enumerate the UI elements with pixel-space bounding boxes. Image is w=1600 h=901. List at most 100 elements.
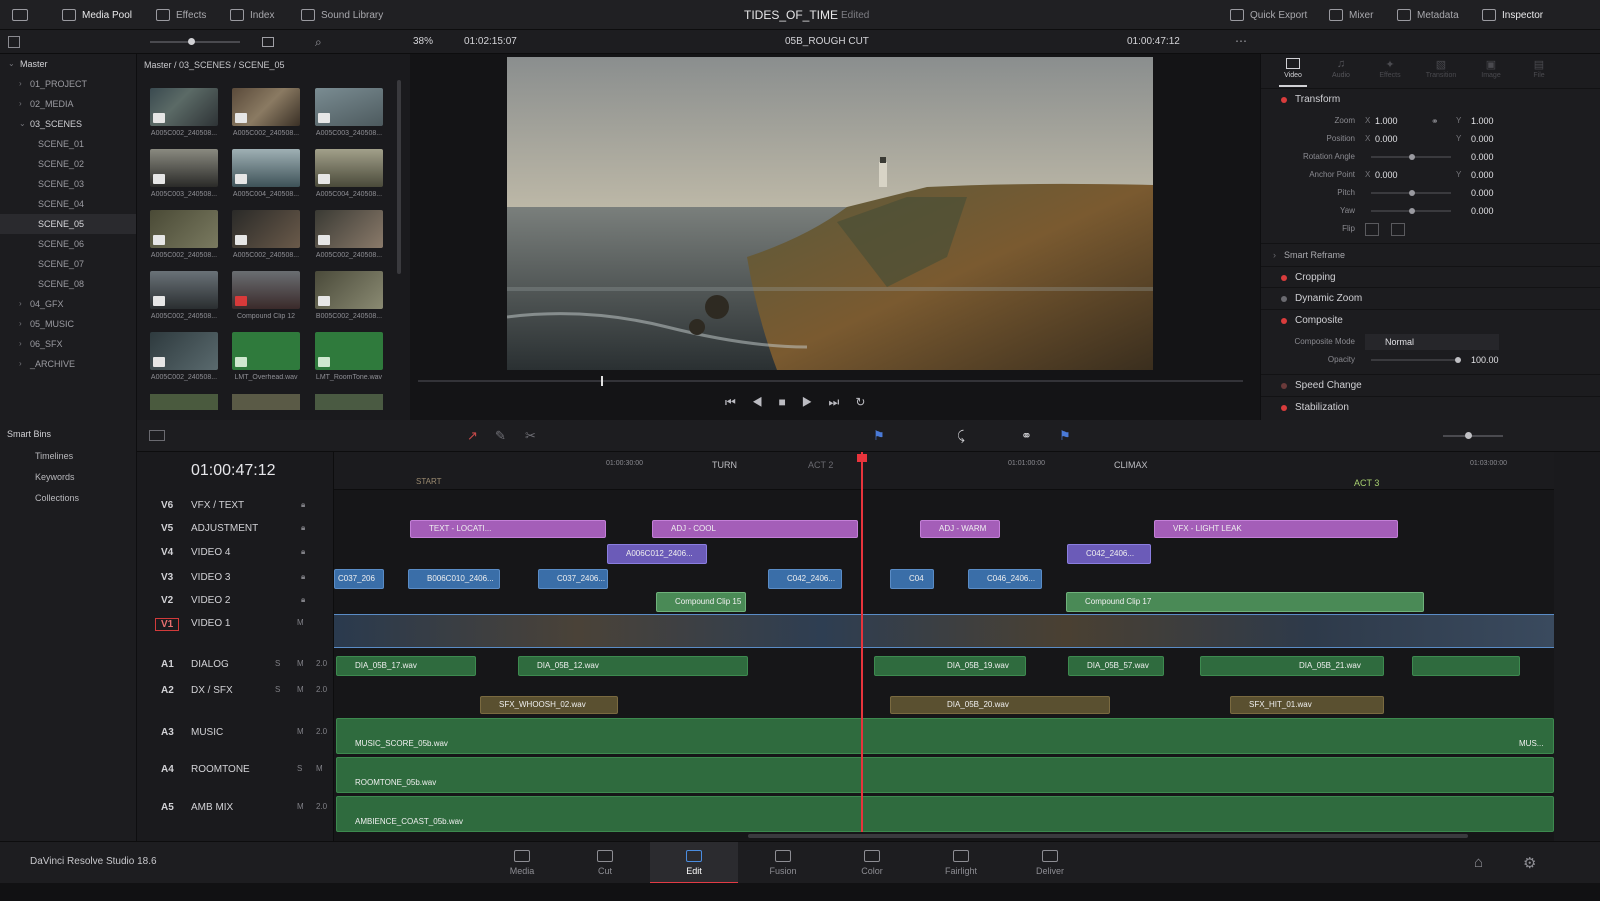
- tab-audio[interactable]: ♫ Audio: [1327, 58, 1355, 79]
- slider-handle[interactable]: [188, 38, 195, 45]
- smart-reframe-section[interactable]: › Smart Reframe: [1261, 243, 1600, 265]
- home-icon[interactable]: ⌂: [1474, 854, 1483, 871]
- smart-bin-keywords[interactable]: Keywords: [35, 472, 75, 482]
- playhead-handle[interactable]: [857, 454, 867, 462]
- page-deliver[interactable]: Deliver: [1006, 842, 1094, 884]
- smart-bin-timelines[interactable]: Timelines: [35, 451, 73, 461]
- smart-bin-collections[interactable]: Collections: [35, 493, 79, 503]
- stabilization-section[interactable]: Stabilization: [1261, 396, 1600, 418]
- video1-clips[interactable]: [334, 614, 1554, 648]
- audio-clip[interactable]: LMT_Overhead.wav: [232, 332, 300, 390]
- pitch-field[interactable]: 0.000: [1471, 184, 1494, 202]
- marker-act3[interactable]: ACT 3: [1354, 478, 1379, 488]
- flip-vertical-icon[interactable]: [1391, 223, 1405, 236]
- solo-button[interactable]: S: [275, 659, 280, 668]
- flag-icon[interactable]: ⚑: [873, 428, 885, 444]
- bin-scene-07[interactable]: SCENE_07: [0, 254, 136, 274]
- mute-button[interactable]: M: [316, 764, 323, 773]
- compound-clip[interactable]: Compound Clip 12: [232, 271, 300, 329]
- flip-horizontal-icon[interactable]: [1365, 223, 1379, 236]
- media-clip[interactable]: A005C004_240508...: [232, 149, 300, 207]
- mute-button[interactable]: M: [297, 659, 304, 668]
- audio-clip[interactable]: DIA_05B_17.wav: [336, 656, 476, 676]
- marker-climax[interactable]: CLIMAX: [1114, 460, 1148, 470]
- slider-handle[interactable]: [1455, 357, 1461, 363]
- bin-scene-02[interactable]: SCENE_02: [0, 154, 136, 174]
- workspace-icon[interactable]: [12, 0, 28, 30]
- selection-tool-icon[interactable]: ↗: [467, 428, 478, 444]
- audio-clip[interactable]: SFX_HIT_01.wav: [1230, 696, 1384, 714]
- compound-clip[interactable]: Compound Clip 15: [656, 592, 746, 612]
- audio-clip[interactable]: SFX_WHOOSH_02.wav: [480, 696, 618, 714]
- enable-dot[interactable]: [1281, 97, 1287, 103]
- timeline-name[interactable]: 05B_ROUGH CUT: [785, 36, 869, 47]
- audio-clip[interactable]: DIA_05B_57.wav: [1068, 656, 1164, 676]
- enable-dot[interactable]: [1281, 318, 1287, 324]
- bin-06-sfx[interactable]: › 06_SFX: [0, 334, 136, 354]
- slider-handle[interactable]: [1409, 190, 1415, 196]
- timeline-clip[interactable]: C04: [890, 569, 934, 589]
- zoom-y-field[interactable]: 1.000: [1471, 112, 1494, 130]
- timeline-clip[interactable]: VFX - LIGHT LEAK: [1154, 520, 1398, 538]
- media-pool-scrollbar[interactable]: [397, 80, 401, 274]
- media-clip[interactable]: [150, 394, 218, 410]
- quick-export-button[interactable]: Quick Export: [1230, 0, 1307, 30]
- audio-clip[interactable]: AMBIENCE_COAST_05b.wav: [336, 796, 1554, 832]
- bin-04-gfx[interactable]: › 04_GFX: [0, 294, 136, 314]
- timeline-clip[interactable]: TEXT - LOCATI...: [410, 520, 606, 538]
- snapping-icon[interactable]: ⤹: [957, 428, 965, 444]
- scrubber-handle[interactable]: [601, 376, 603, 386]
- transform-section[interactable]: Transform: [1261, 88, 1600, 110]
- search-icon[interactable]: ⌕: [315, 35, 322, 50]
- marker-icon[interactable]: ⚑: [1059, 428, 1071, 444]
- page-edit[interactable]: Edit: [650, 842, 738, 884]
- lock-icon[interactable]: 🔒︎: [301, 595, 305, 605]
- media-clip[interactable]: A005C003_240508...: [315, 88, 383, 146]
- enable-dot[interactable]: [1281, 296, 1287, 302]
- position-x-field[interactable]: 0.000: [1375, 130, 1398, 148]
- audio-clip[interactable]: MUSIC_SCORE_05b.wav MUS...: [336, 718, 1554, 754]
- bin-archive[interactable]: › _ARCHIVE: [0, 354, 136, 374]
- bin-scene-04[interactable]: SCENE_04: [0, 194, 136, 214]
- timeline-clip[interactable]: C042_2406...: [768, 569, 842, 589]
- mute-button[interactable]: M: [297, 685, 304, 694]
- bin-05-music[interactable]: › 05_MUSIC: [0, 314, 136, 334]
- effects-button[interactable]: Effects: [156, 0, 206, 30]
- thumbnail-size-slider[interactable]: [150, 41, 240, 43]
- step-back-icon[interactable]: ◀: [752, 395, 779, 409]
- stop-icon[interactable]: ■: [779, 395, 802, 409]
- link-clips-icon[interactable]: ⚭: [1021, 428, 1032, 444]
- media-clip[interactable]: A005C004_240508...: [315, 149, 383, 207]
- bin-scene-03[interactable]: SCENE_03: [0, 174, 136, 194]
- slider-handle[interactable]: [1465, 432, 1472, 439]
- audio-clip[interactable]: DIA_05B_20.wav: [890, 696, 1110, 714]
- lock-icon[interactable]: 🔒︎: [301, 572, 305, 582]
- enable-dot[interactable]: [1281, 275, 1287, 281]
- composite-mode-select[interactable]: Normal: [1365, 334, 1499, 350]
- timeline-clip[interactable]: ADJ - COOL: [652, 520, 858, 538]
- solo-button[interactable]: S: [297, 764, 302, 773]
- page-fusion[interactable]: Fusion: [739, 842, 827, 884]
- audio-clip[interactable]: DIA_05B_21.wav: [1200, 656, 1384, 676]
- scrubber-bar[interactable]: [418, 380, 1243, 382]
- bin-01-project[interactable]: › 01_PROJECT: [0, 74, 136, 94]
- bin-master[interactable]: ⌄ Master: [0, 54, 136, 74]
- lock-icon[interactable]: 🔒︎: [301, 500, 305, 510]
- solo-button[interactable]: S: [275, 685, 280, 694]
- tab-video[interactable]: Video: [1279, 58, 1307, 79]
- media-clip[interactable]: [315, 394, 383, 410]
- timeline-clip[interactable]: C037_2406...: [538, 569, 608, 589]
- page-cut[interactable]: Cut: [561, 842, 649, 884]
- bin-scene-05[interactable]: SCENE_05: [0, 214, 136, 234]
- timeline-zoom-slider[interactable]: [1443, 435, 1503, 437]
- link-icon[interactable]: ⚭: [1431, 112, 1439, 130]
- audio-clip[interactable]: DIA_05B_19.wav: [874, 656, 1026, 676]
- audio-clip[interactable]: LMT_RoomTone.wav: [315, 332, 383, 390]
- gear-icon[interactable]: ⚙: [1523, 854, 1536, 872]
- bin-scene-06[interactable]: SCENE_06: [0, 234, 136, 254]
- position-y-field[interactable]: 0.000: [1471, 130, 1494, 148]
- mute-button[interactable]: M: [297, 727, 304, 736]
- tab-file[interactable]: ▤ File: [1525, 58, 1553, 79]
- zoom-level[interactable]: 38%: [413, 36, 433, 47]
- bin-scene-08[interactable]: SCENE_08: [0, 274, 136, 294]
